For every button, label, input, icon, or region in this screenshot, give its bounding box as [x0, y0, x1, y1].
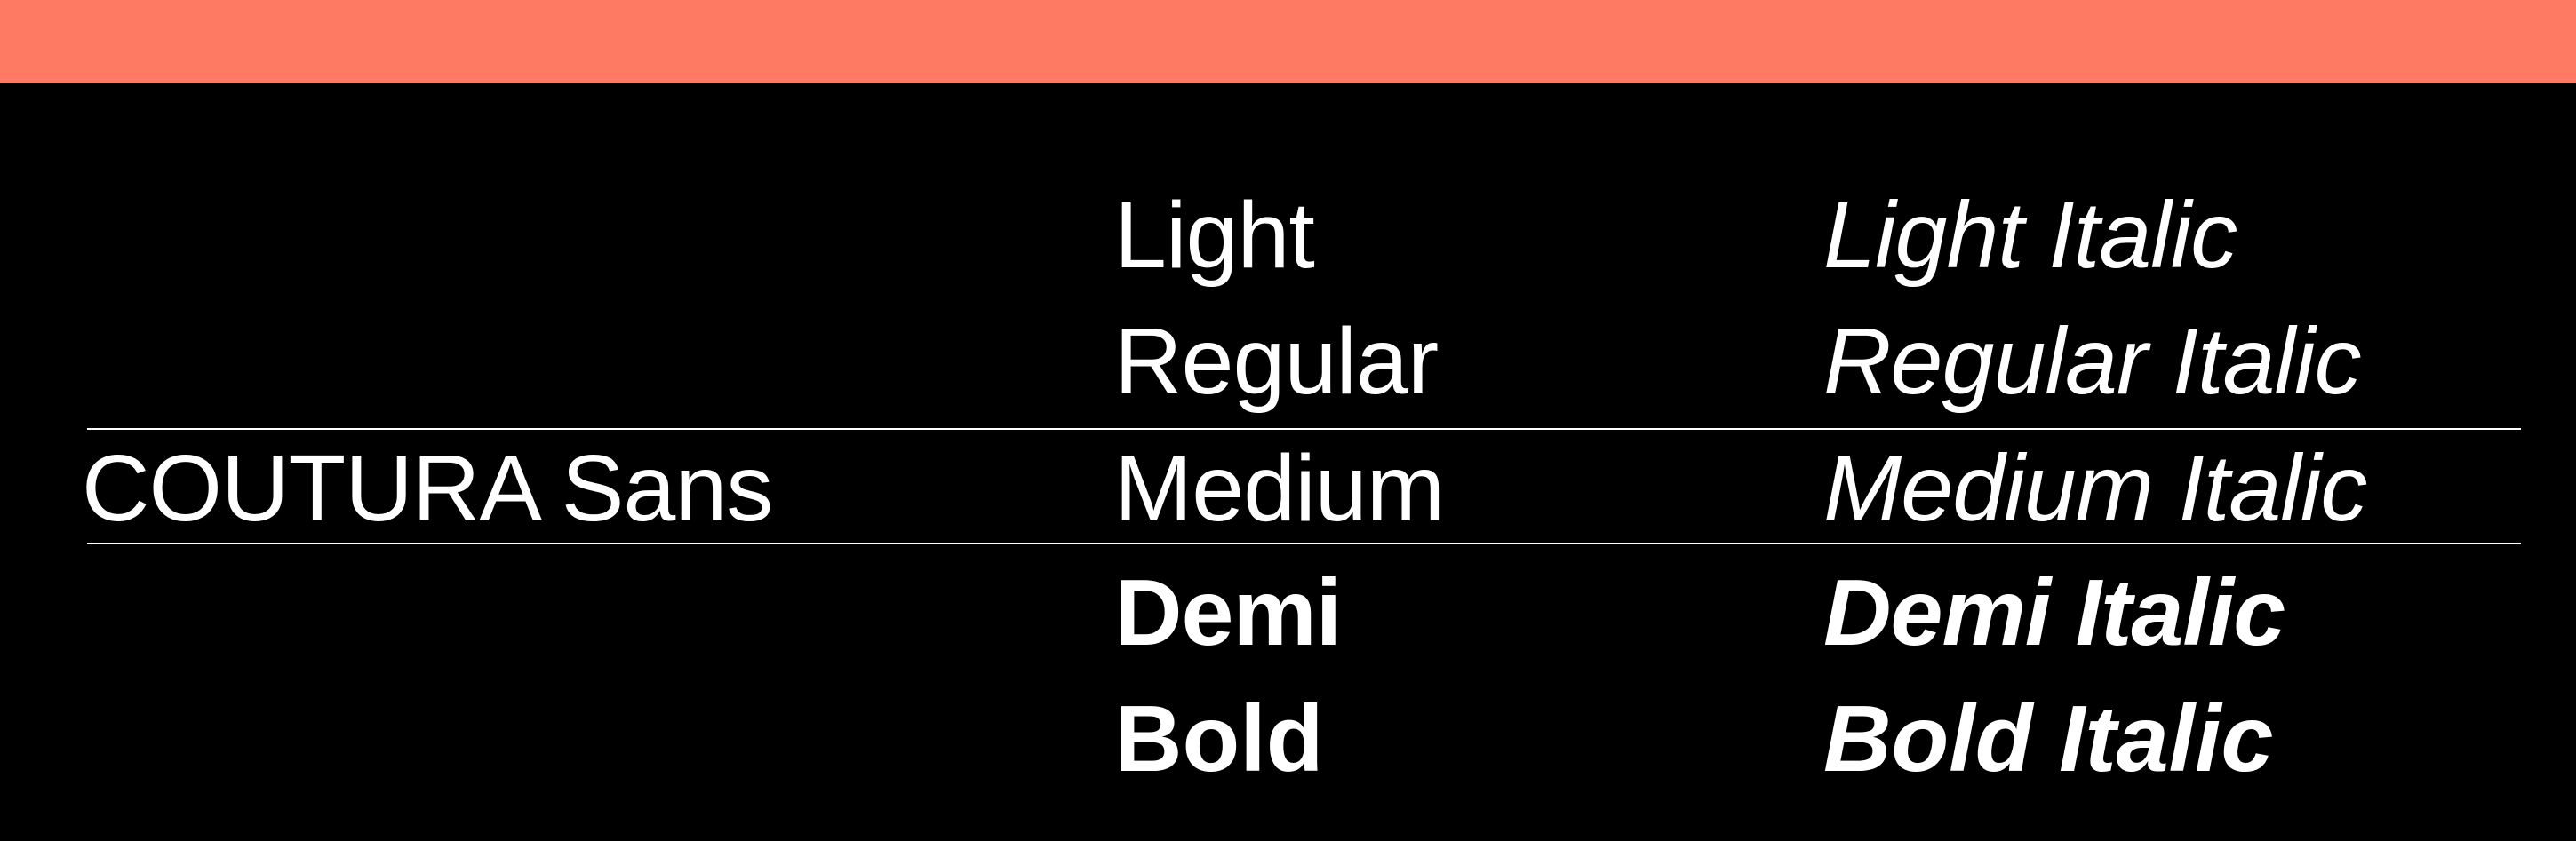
weight-medium: Medium: [1114, 436, 1445, 541]
weight-medium-italic: Medium Italic: [1823, 436, 2367, 541]
divider-top: [87, 428, 2521, 430]
top-accent-bar: [0, 0, 2576, 83]
weight-regular-italic: Regular Italic: [1823, 309, 2362, 414]
weight-demi: Demi: [1114, 560, 1342, 665]
weight-light-italic: Light Italic: [1823, 183, 2237, 288]
weight-light: Light: [1114, 183, 1315, 288]
divider-bottom: [87, 543, 2521, 544]
weight-regular: Regular: [1114, 309, 1439, 414]
weight-bold-italic: Bold Italic: [1823, 686, 2274, 791]
weight-demi-italic: Demi Italic: [1823, 560, 2285, 665]
font-family-name: COUTURA Sans: [82, 436, 773, 541]
weight-bold: Bold: [1114, 686, 1324, 791]
